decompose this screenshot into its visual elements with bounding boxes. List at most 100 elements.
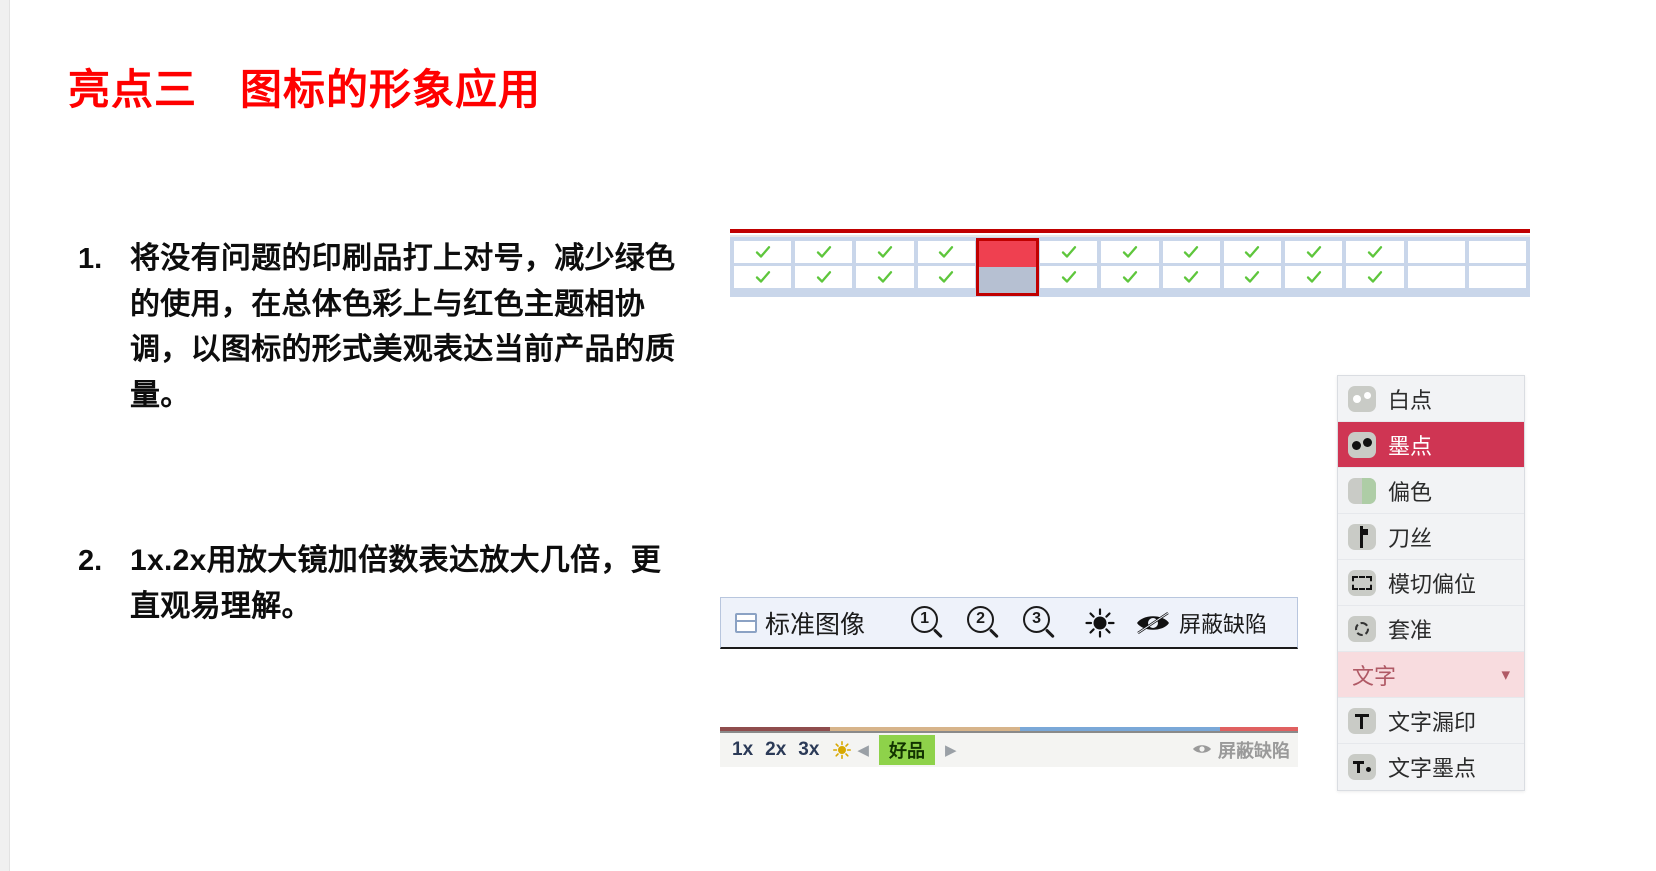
defect-row-3[interactable]: 偏色 [1338,468,1524,514]
zoom-status-bar[interactable]: 1x 2x 3x ◀ 好品 ▶ 屏蔽缺陷 [720,731,1298,767]
check-grid-cell[interactable] [978,267,1037,293]
check-grid-cell[interactable] [1285,241,1343,263]
next-arrow-icon[interactable]: ▶ [945,741,957,759]
check-icon [877,271,893,283]
check-icon [939,271,954,283]
defect-row-5[interactable]: 模切偏位 [1338,560,1524,606]
die-cut-offset-icon [1348,569,1376,596]
check-grid-cell[interactable] [1162,266,1220,288]
text-missing-print-icon [1348,707,1376,734]
check-grid-column[interactable] [1285,241,1343,293]
knife-line-icon [1348,523,1376,550]
check-grid-column[interactable] [1040,241,1098,293]
check-grid-cell[interactable] [917,241,975,263]
check-grid-cell[interactable] [795,266,853,288]
check-grid-cell[interactable] [1407,266,1465,288]
defect-row-7[interactable]: 文字 ▾ [1338,652,1524,698]
check-grid-column[interactable] [856,241,914,293]
check-icon [755,271,770,283]
defect-row-9[interactable]: 文字墨点 [1338,744,1524,790]
check-grid-column[interactable] [917,241,975,293]
check-grid-cell[interactable] [1346,266,1404,288]
defect-label: 偏色 [1388,479,1433,505]
defect-row-1[interactable]: 白点 [1338,376,1524,422]
check-icon [1061,246,1076,258]
check-grid-column[interactable] [795,241,853,293]
check-grid-cell[interactable] [1346,241,1404,263]
check-grid-column[interactable] [1346,241,1404,293]
check-grid-cell[interactable] [1223,241,1282,263]
minibar-mask-defect[interactable]: 屏蔽缺陷 [1192,737,1298,763]
left-accent-bar [0,0,10,871]
check-grid-column[interactable] [1468,241,1527,293]
check-grid-cell[interactable] [1101,266,1159,288]
list-item: 2. 1x.2x用放大镜加倍数表达放大几倍，更直观易理解。 [78,538,688,629]
eye-slash-icon[interactable] [1135,610,1171,636]
slide-canvas: 亮点三 图标的形象应用 1. 将没有问题的印刷品打上对号，减少绿色的使用，在总体… [0,0,1656,871]
check-icon [877,246,893,258]
check-grid-cell[interactable] [1223,266,1282,288]
zoom-level-group[interactable]: 1x 2x 3x [720,739,819,761]
check-icon [816,246,831,258]
standard-image-label: 标准图像 [765,610,866,639]
sun-icon[interactable] [1085,607,1115,638]
check-grid-cell[interactable] [917,266,975,288]
check-grid-cell[interactable] [1468,266,1527,288]
defect-type-panel[interactable]: 白点墨点偏色刀丝模切偏位套准文字 ▾ 文字漏印文字墨点 [1337,375,1525,791]
check-grid-cell[interactable] [1407,241,1465,263]
defect-row-8[interactable]: 文字漏印 [1338,698,1524,744]
sun-icon[interactable] [833,741,852,760]
magnifier-group[interactable]: 123 [911,605,1057,640]
defect-label: 模切偏位 [1388,571,1477,597]
check-grid-cell[interactable] [978,241,1037,267]
defect-label: 墨点 [1388,433,1433,459]
check-icon [939,246,954,258]
defect-label: 文字漏印 [1388,709,1477,735]
check-grid-column[interactable] [975,238,1040,296]
color-shift-icon [1348,477,1376,504]
check-grid-cell[interactable] [1162,241,1220,263]
check-grid-cell[interactable] [1040,266,1098,288]
check-grid-column[interactable] [1407,241,1465,293]
chevron-down-icon[interactable]: ▾ [1501,666,1510,683]
check-grid-cell[interactable] [1468,241,1527,263]
list-item-number: 1. [78,243,103,275]
registration-icon [1348,615,1376,642]
text-ink-dot-icon [1348,754,1376,780]
check-grid-cell[interactable] [856,266,914,288]
list-item: 1. 将没有问题的印刷品打上对号，减少绿色的使用，在总体色彩上与红色主题相协调，… [78,236,688,418]
defect-label: 套准 [1388,617,1433,643]
defect-row-4[interactable]: 刀丝 [1338,514,1524,560]
standard-image-toolbar[interactable]: 标准图像 123 屏蔽缺陷 [720,597,1298,649]
check-icon [1122,271,1138,283]
check-grid-cell[interactable] [856,241,914,263]
prev-arrow-icon[interactable]: ◀ [857,741,869,759]
check-grid-column[interactable] [734,241,792,293]
check-grid[interactable] [730,237,1530,297]
zoom-level-3x[interactable]: 3x [798,739,819,761]
check-grid-cell[interactable] [1285,266,1343,288]
check-grid-cell[interactable] [734,266,792,288]
list-item-number: 2. [78,545,103,578]
zoom-level-1x[interactable]: 1x [732,739,753,761]
magnifier-handle [988,627,999,638]
check-grid-column[interactable] [1162,241,1220,293]
check-grid-cell[interactable] [734,241,792,263]
magnifier-3x-icon[interactable]: 3 [1023,605,1057,640]
check-grid-column[interactable] [1223,241,1282,293]
list-item-text: 将没有问题的印刷品打上对号，减少绿色的使用，在总体色彩上与红色主题相协调，以图标… [130,242,676,412]
defect-group-label: 文字 [1352,663,1397,689]
check-grid-cell[interactable] [795,241,853,263]
defect-row-2[interactable]: 墨点 [1338,422,1524,468]
zoom-level-2x[interactable]: 2x [765,739,786,761]
magnifier-1x-icon[interactable]: 1 [911,605,945,640]
defect-row-6[interactable]: 套准 [1338,606,1524,652]
check-icon [1367,246,1383,258]
check-grid-column[interactable] [1101,241,1159,293]
magnifier-2x-icon[interactable]: 2 [967,605,1001,640]
list-item-text: 1x.2x用放大镜加倍数表达放大几倍，更直观易理解。 [130,544,662,623]
ink-dot-icon [1348,431,1376,458]
check-grid-cell[interactable] [1101,241,1159,263]
bullet-list: 1. 将没有问题的印刷品打上对号，减少绿色的使用，在总体色彩上与红色主题相协调，… [78,236,688,630]
check-grid-cell[interactable] [1040,241,1098,263]
